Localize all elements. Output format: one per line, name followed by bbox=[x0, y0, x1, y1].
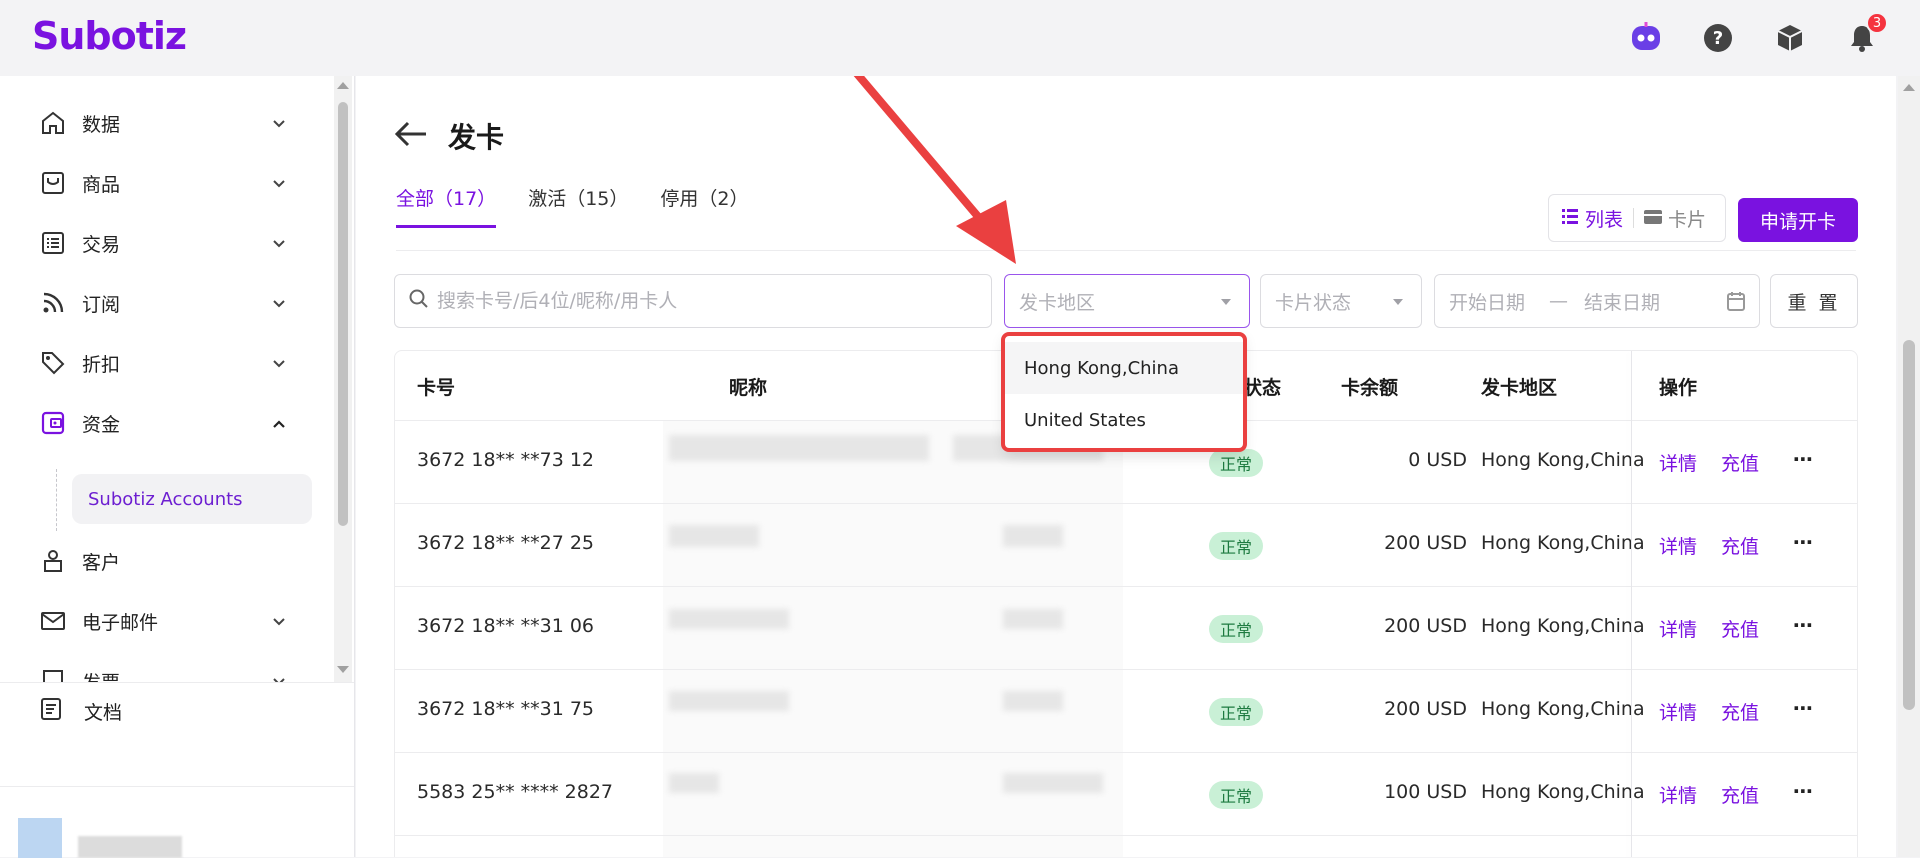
notification-bell-icon[interactable]: 3 bbox=[1842, 12, 1888, 58]
chevron-down-icon bbox=[272, 234, 286, 253]
sidebar-item-label: 文档 bbox=[84, 701, 123, 724]
tag-icon bbox=[38, 348, 68, 378]
sidebar-item-discounts[interactable]: 折扣 bbox=[38, 340, 300, 386]
sidebar-item-docs[interactable]: 文档 bbox=[38, 696, 122, 726]
sidebar-scroll-thumb[interactable] bbox=[338, 102, 348, 526]
submenu-guide-line bbox=[56, 469, 57, 531]
sidebar-scrollbar[interactable] bbox=[334, 76, 352, 682]
mail-icon bbox=[38, 606, 68, 636]
sidebar-subitem-subotiz-accounts[interactable]: Subotiz Accounts bbox=[72, 474, 312, 524]
svg-text:?: ? bbox=[1713, 28, 1723, 49]
sidebar-bottom-divider bbox=[0, 786, 354, 787]
scroll-up-arrow-icon[interactable] bbox=[337, 82, 349, 89]
sidebar-item-label: 发票 bbox=[82, 668, 120, 683]
list-icon bbox=[38, 228, 68, 258]
sidebar-item-invoices[interactable]: 发票 bbox=[38, 658, 300, 682]
main-scrollbar[interactable] bbox=[1898, 76, 1920, 857]
chevron-down-icon bbox=[272, 354, 286, 373]
scroll-down-arrow-icon[interactable] bbox=[337, 666, 349, 673]
sidebar-item-label: 数据 bbox=[82, 113, 121, 136]
chevron-down-icon bbox=[272, 612, 286, 631]
main-content: 发卡 全部（17） 激活（15） 停用（2） 列表 卡片 申请开卡 发卡地区 卡… bbox=[356, 76, 1896, 857]
home-icon bbox=[38, 108, 68, 138]
sidebar-item-label: 交易 bbox=[82, 233, 121, 256]
avatar bbox=[18, 818, 62, 858]
help-icon[interactable]: ? bbox=[1698, 18, 1738, 58]
sidebar-border bbox=[354, 76, 355, 857]
chevron-up-icon bbox=[272, 414, 286, 433]
top-bar: Subotiz ? 3 bbox=[0, 0, 1920, 76]
top-icons: ? 3 bbox=[1626, 12, 1888, 58]
main-scroll-thumb[interactable] bbox=[1903, 340, 1915, 710]
sidebar-item-products[interactable]: 商品 bbox=[38, 160, 300, 206]
sidebar-item-data[interactable]: 数据 bbox=[38, 100, 300, 146]
sidebar-menu: 数据 商品 交易 订阅 折扣 资金 Subotiz Accounts 客户 电子… bbox=[0, 76, 330, 682]
sidebar: 数据 商品 交易 订阅 折扣 资金 Subotiz Accounts 客户 电子… bbox=[0, 76, 354, 858]
wallet-icon bbox=[38, 408, 68, 438]
user-profile-blurred[interactable] bbox=[18, 818, 218, 858]
rss-icon bbox=[38, 288, 68, 318]
docs-icon bbox=[38, 696, 64, 726]
sidebar-item-label: 订阅 bbox=[82, 293, 121, 316]
sidebar-item-label: 电子邮件 bbox=[82, 611, 159, 634]
notification-badge: 3 bbox=[1866, 12, 1888, 34]
sidebar-item-label: 折扣 bbox=[82, 353, 121, 376]
sidebar-item-customers[interactable]: 客户 bbox=[38, 538, 300, 584]
invoice-icon bbox=[38, 666, 68, 682]
sidebar-item-transactions[interactable]: 交易 bbox=[38, 220, 300, 266]
sidebar-divider bbox=[0, 682, 354, 683]
chevron-down-icon bbox=[272, 672, 286, 682]
annotation-arrow bbox=[853, 76, 1016, 264]
ai-assistant-icon[interactable] bbox=[1626, 18, 1666, 58]
package-icon[interactable] bbox=[1770, 18, 1810, 58]
chevron-down-icon bbox=[272, 114, 286, 133]
chevron-down-icon bbox=[272, 294, 286, 313]
store-icon bbox=[38, 168, 68, 198]
app-logo[interactable]: Subotiz bbox=[32, 14, 187, 58]
sidebar-item-label: 客户 bbox=[82, 551, 121, 574]
user-name-blurred bbox=[78, 836, 182, 858]
chevron-down-icon bbox=[272, 174, 286, 193]
scroll-up-arrow-icon[interactable] bbox=[1903, 84, 1915, 91]
sidebar-item-label: 商品 bbox=[82, 173, 121, 196]
sidebar-item-email[interactable]: 电子邮件 bbox=[38, 598, 300, 644]
sidebar-item-label: 资金 bbox=[82, 413, 121, 436]
user-icon bbox=[38, 546, 68, 576]
sidebar-item-funds[interactable]: 资金 bbox=[38, 400, 300, 446]
sidebar-item-subscriptions[interactable]: 订阅 bbox=[38, 280, 300, 326]
